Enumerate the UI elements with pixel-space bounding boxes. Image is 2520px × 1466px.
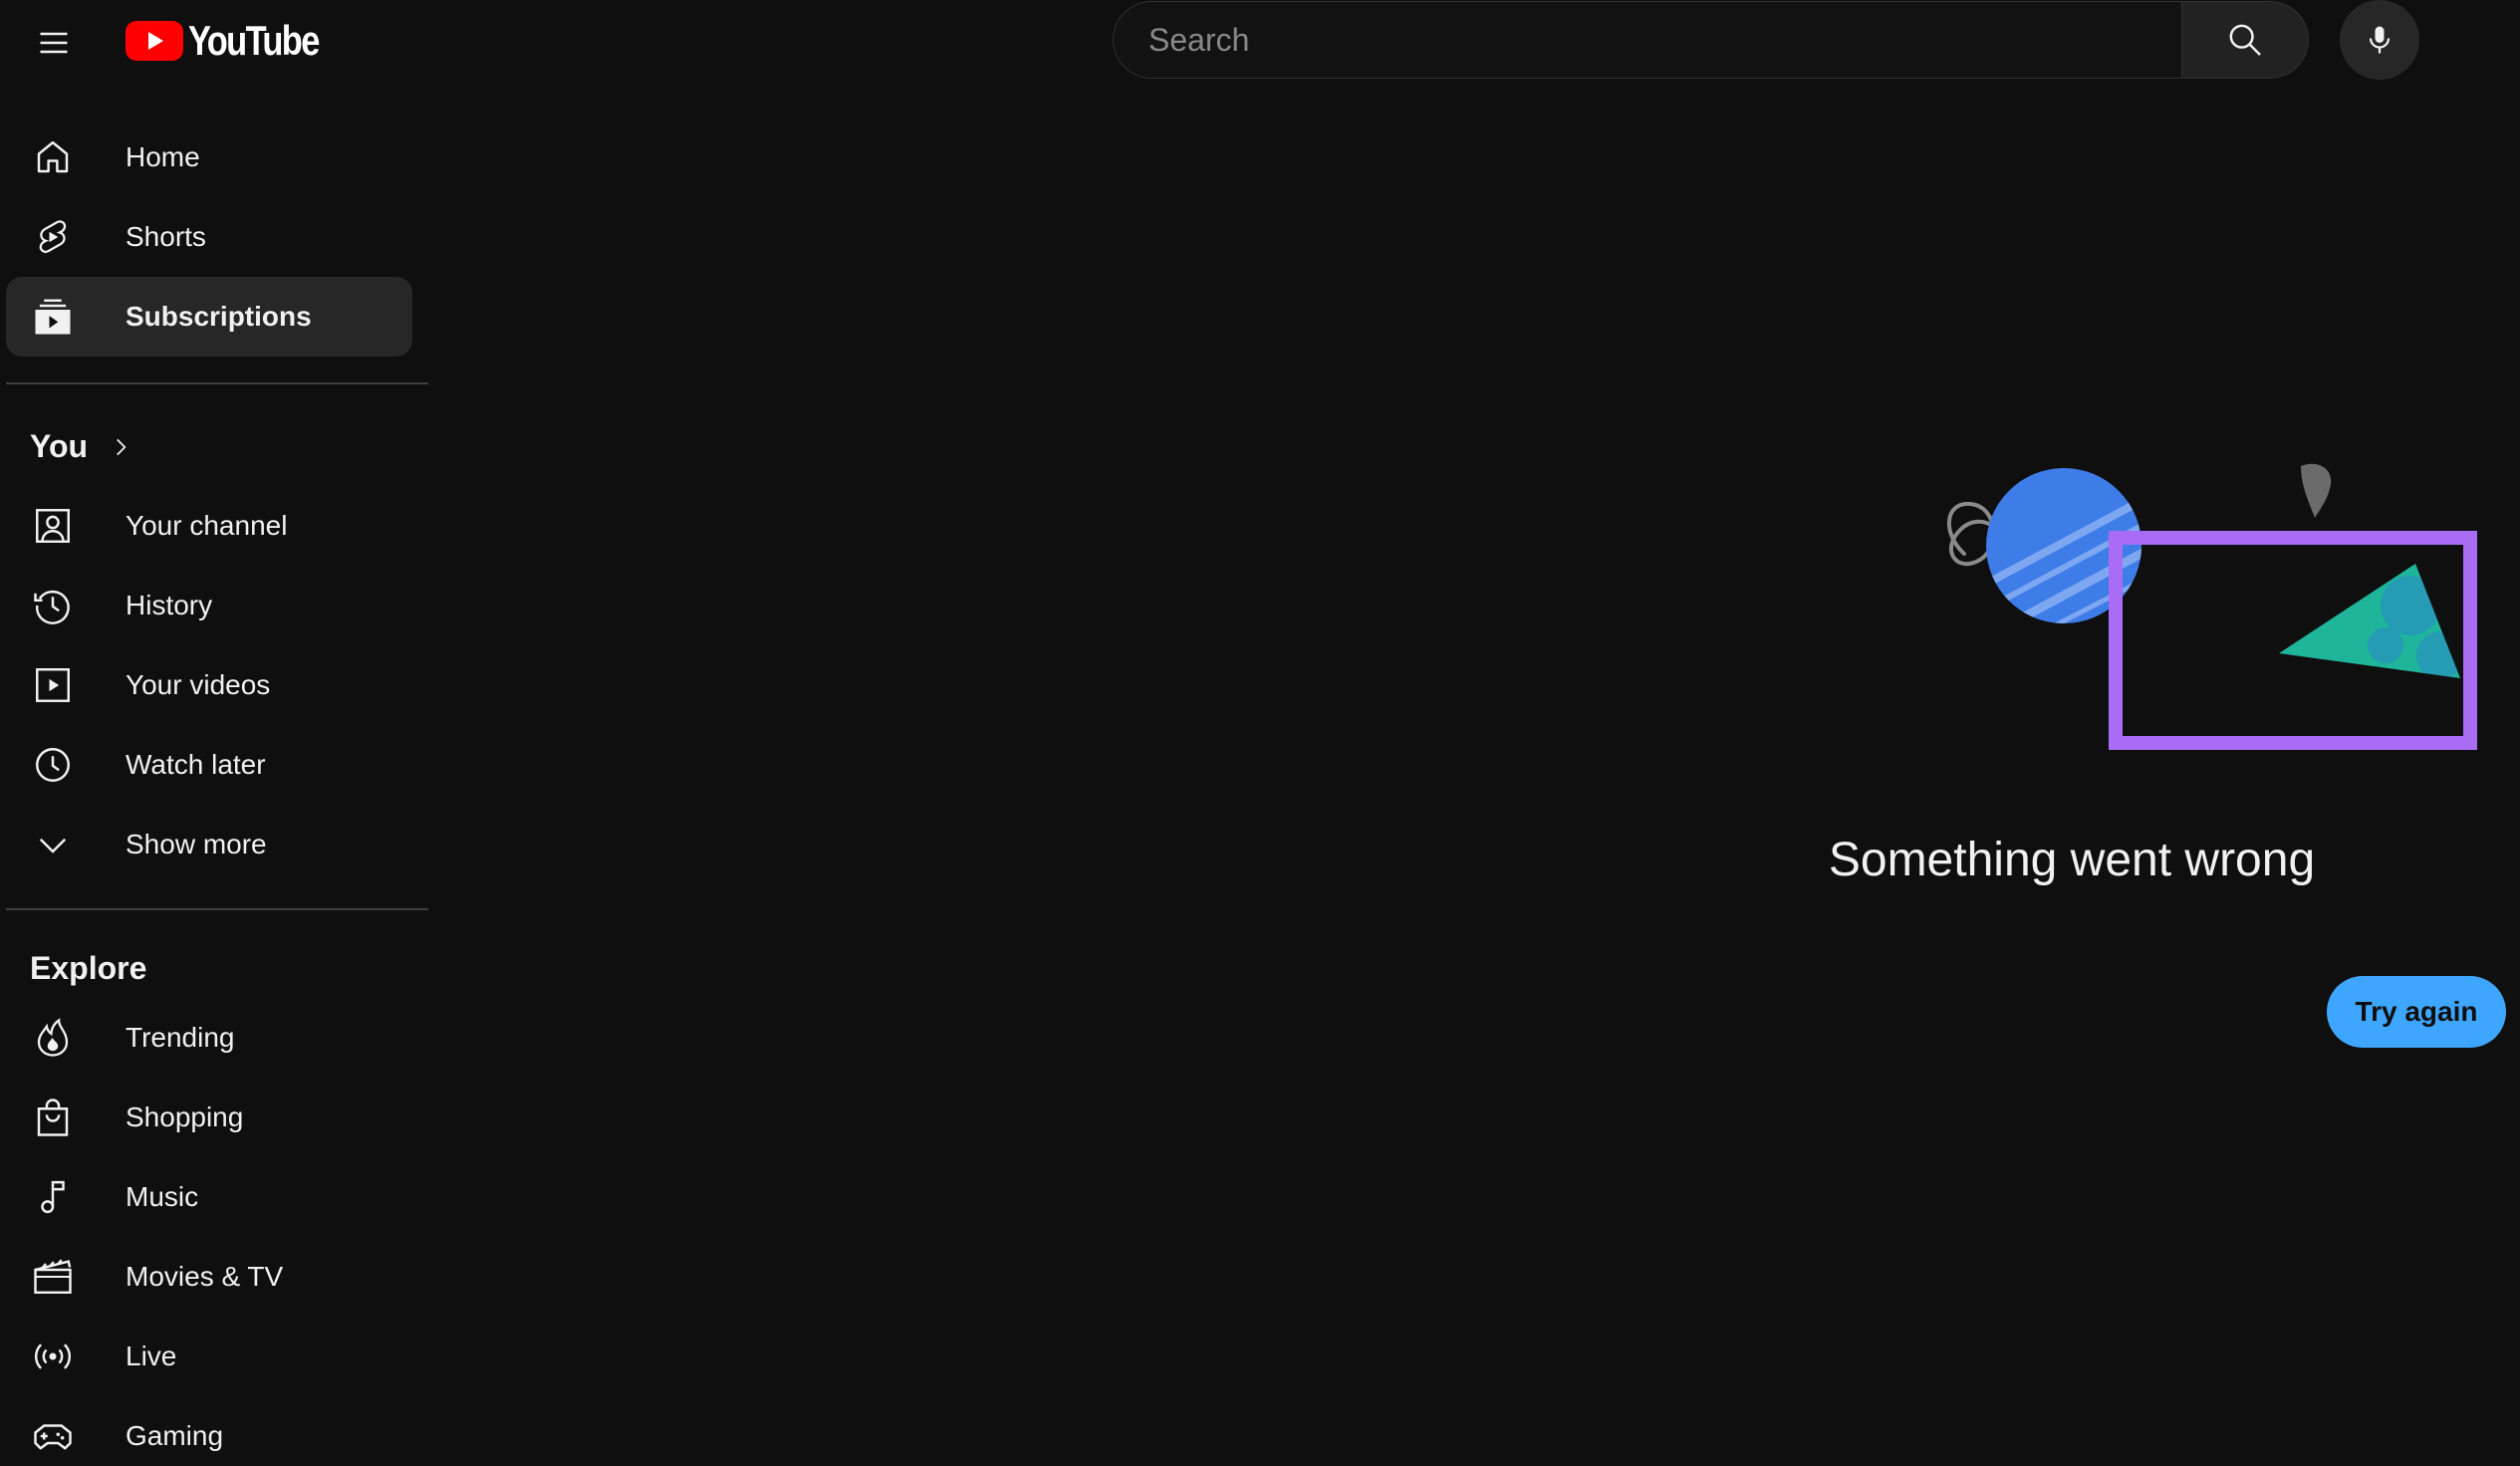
sidebar: Home Shorts Subscriptions You Your chann… — [0, 90, 430, 1466]
home-icon — [32, 136, 74, 178]
sidebar-item-label: Live — [126, 1341, 177, 1371]
shopping-icon — [32, 1097, 74, 1138]
sidebar-item-label: Your channel — [126, 510, 288, 541]
error-illustration — [1947, 463, 2477, 750]
sidebar-item-label: Trending — [126, 1022, 235, 1053]
main-content: Something went wrong Try again — [430, 90, 2520, 1466]
sidebar-item-watch-later[interactable]: Watch later — [6, 725, 412, 805]
try-again-button[interactable]: Try again — [2327, 976, 2506, 1048]
sidebar-item-gaming[interactable]: Gaming — [6, 1396, 412, 1466]
shorts-icon — [32, 216, 74, 258]
hamburger-icon — [40, 32, 68, 54]
sidebar-item-label: Show more — [126, 829, 267, 859]
your-videos-icon — [32, 664, 74, 706]
sidebar-item-label: Shopping — [126, 1101, 244, 1132]
sidebar-section-explore: Explore — [30, 950, 146, 987]
sidebar-section-you[interactable]: You — [30, 428, 133, 465]
sidebar-item-label: History — [126, 590, 213, 620]
sidebar-item-label: Watch later — [126, 749, 266, 780]
sidebar-item-label: Movies & TV — [126, 1261, 284, 1292]
sidebar-item-label: Music — [126, 1181, 199, 1212]
sidebar-item-home[interactable]: Home — [6, 118, 412, 197]
youtube-logo[interactable]: YouTube — [126, 17, 347, 64]
music-icon — [32, 1176, 74, 1218]
search-box — [1113, 1, 2181, 79]
sidebar-item-label: Your videos — [126, 669, 271, 700]
search-icon — [2229, 24, 2261, 56]
watch-later-icon — [32, 744, 74, 786]
sidebar-item-music[interactable]: Music — [6, 1157, 412, 1237]
sidebar-item-show-more[interactable]: Show more — [6, 805, 412, 884]
your-channel-icon — [32, 505, 74, 547]
chevron-down-icon — [32, 824, 74, 865]
sidebar-item-trending[interactable]: Trending — [6, 998, 412, 1078]
gaming-icon — [32, 1415, 74, 1457]
sidebar-divider — [6, 382, 428, 384]
sidebar-item-shopping[interactable]: Shopping — [6, 1078, 412, 1157]
movies-icon — [32, 1256, 74, 1298]
menu-button[interactable] — [24, 13, 84, 73]
sidebar-item-your-channel[interactable]: Your channel — [6, 486, 412, 566]
sidebar-item-movies-tv[interactable]: Movies & TV — [6, 1237, 412, 1317]
leaf-shape — [2301, 463, 2332, 518]
search-button[interactable] — [2181, 1, 2309, 79]
search-bar — [1113, 1, 2309, 79]
live-icon — [32, 1336, 74, 1377]
sidebar-item-label: Gaming — [126, 1420, 224, 1451]
sidebar-item-subscriptions[interactable]: Subscriptions — [6, 277, 412, 357]
trending-icon — [32, 1017, 74, 1059]
section-title-you: You — [30, 428, 89, 464]
sidebar-item-live[interactable]: Live — [6, 1317, 412, 1396]
sidebar-divider — [6, 908, 428, 910]
subscriptions-icon — [32, 296, 74, 338]
voice-search-button[interactable] — [2340, 0, 2419, 80]
chevron-right-icon — [117, 438, 126, 455]
microphone-icon — [2369, 26, 2391, 54]
error-message: Something went wrong — [1828, 834, 2316, 886]
sidebar-item-shorts[interactable]: Shorts — [6, 197, 412, 277]
logo-wordmark: YouTube — [188, 17, 320, 64]
section-title-explore: Explore — [30, 950, 147, 986]
sidebar-item-label: Shorts — [126, 221, 206, 252]
history-icon — [32, 585, 74, 626]
search-input[interactable] — [1146, 20, 2181, 60]
masthead: YouTube — [0, 0, 2520, 90]
sidebar-item-label: Subscriptions — [126, 301, 312, 332]
sidebar-item-history[interactable]: History — [6, 566, 412, 645]
sidebar-item-label: Home — [126, 141, 200, 172]
sidebar-item-your-videos[interactable]: Your videos — [6, 645, 412, 725]
youtube-play-icon — [126, 21, 183, 61]
